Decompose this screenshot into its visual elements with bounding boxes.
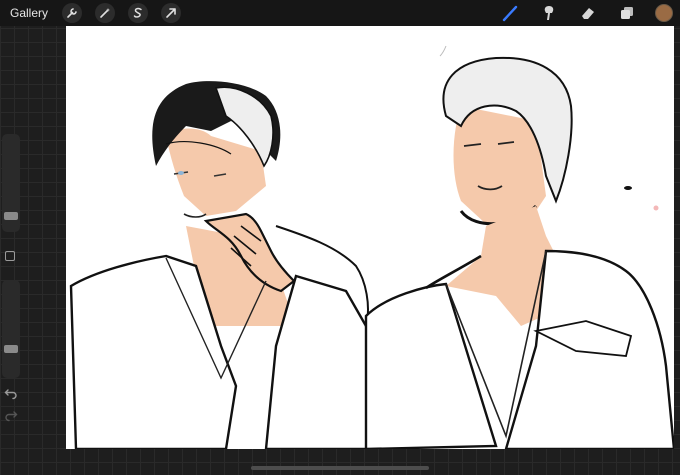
selection-button[interactable] <box>128 3 149 23</box>
brush-icon <box>502 5 518 22</box>
gallery-button[interactable]: Gallery <box>10 6 48 20</box>
smudge-icon <box>544 6 554 20</box>
eraser-icon <box>582 8 594 19</box>
adjustments-button[interactable] <box>95 3 116 23</box>
right-figure <box>364 45 674 449</box>
wrench-icon <box>67 8 77 18</box>
brush-size-slider[interactable] <box>2 134 20 232</box>
layers-icon <box>621 7 633 19</box>
eraser-button[interactable] <box>577 2 599 24</box>
actions-button[interactable] <box>62 3 83 23</box>
brush-size-thumb[interactable] <box>4 212 18 220</box>
brush-button[interactable] <box>499 2 521 24</box>
drawing-canvas[interactable] <box>66 26 674 449</box>
modify-square-icon[interactable] <box>5 251 15 261</box>
undo-icon[interactable] <box>4 386 18 400</box>
left-figure <box>69 81 398 449</box>
opacity-slider[interactable] <box>2 280 20 378</box>
opacity-thumb[interactable] <box>4 345 18 353</box>
top-toolbar: Gallery <box>0 0 680 26</box>
tool-group <box>499 0 680 26</box>
transform-arrow-icon <box>166 8 176 18</box>
sketch-artwork <box>69 45 674 449</box>
layers-button[interactable] <box>616 2 638 24</box>
home-indicator[interactable] <box>251 466 429 470</box>
redo-icon[interactable] <box>4 408 18 422</box>
smudge-button[interactable] <box>538 2 560 24</box>
color-swatch[interactable] <box>655 4 673 22</box>
magic-wand-icon <box>100 8 111 18</box>
left-sidebar <box>0 134 24 426</box>
selection-icon <box>133 7 142 18</box>
transform-button[interactable] <box>161 3 182 23</box>
